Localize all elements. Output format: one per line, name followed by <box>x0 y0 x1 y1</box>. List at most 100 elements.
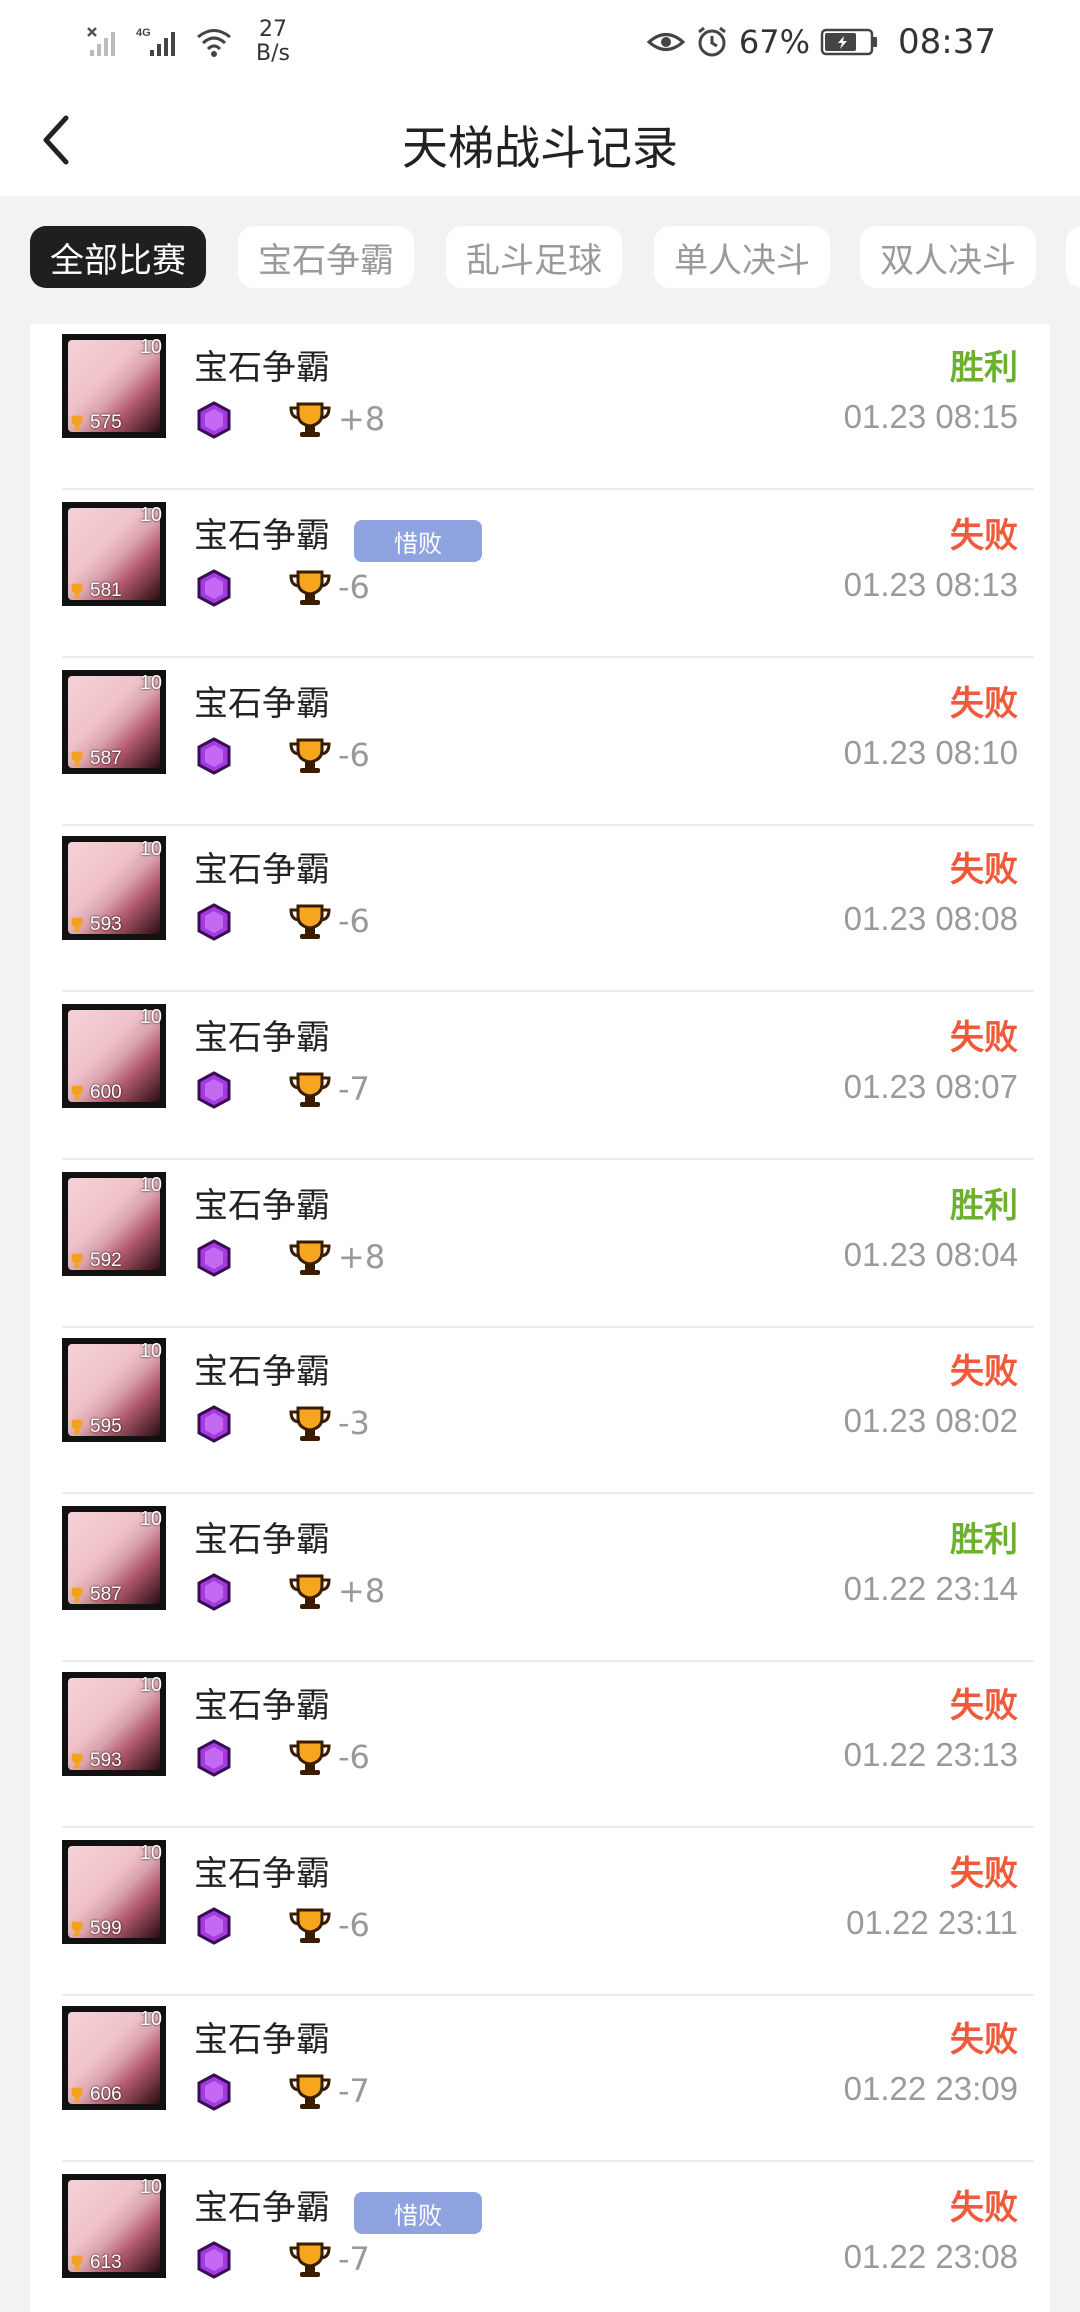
brawler-avatar: 10 613 <box>62 2174 166 2278</box>
battle-row[interactable]: 10 575 宝石争霸 +8 胜利 01.23 08:15 <box>30 324 1050 490</box>
battle-time: 01.22 23:11 <box>846 1904 1018 1941</box>
close-loss-badge: 惜败 <box>354 2192 482 2234</box>
brawler-trophy-count: 599 <box>90 1918 122 1939</box>
brawler-trophy-count: 606 <box>90 2084 122 2105</box>
battle-time: 01.22 23:08 <box>843 2238 1018 2275</box>
tab-more-peek[interactable] <box>1066 226 1080 288</box>
brawler-trophies: 593 <box>68 1750 122 1772</box>
tab-1[interactable]: 宝石争霸 <box>238 226 414 288</box>
trophy-icon <box>289 2074 331 2109</box>
battle-row[interactable]: 10 613 宝石争霸 惜败 -7 失败 01.22 23:08 <box>30 2162 1050 2312</box>
battle-row[interactable]: 10 595 宝石争霸 -3 失败 01.23 08:02 <box>30 1326 1050 1494</box>
battle-result: 胜利 <box>950 348 1018 388</box>
mode-name: 宝石争霸 <box>194 1854 330 1894</box>
trophy-icon <box>289 1240 331 1275</box>
battle-time: 01.23 08:04 <box>843 1236 1018 1273</box>
tab-2[interactable]: 乱斗足球 <box>446 226 622 288</box>
brawler-level: 10 <box>139 838 162 860</box>
tab-0[interactable]: 全部比赛 <box>30 226 206 288</box>
battle-row[interactable]: 10 593 宝石争霸 -6 失败 01.22 23:13 <box>30 1660 1050 1828</box>
brawler-avatar: 10 593 <box>62 836 166 940</box>
brawler-trophies: 587 <box>68 748 122 770</box>
trophy-delta: +8 <box>338 1238 386 1276</box>
trophy-delta: +8 <box>338 400 386 438</box>
battery-percent: 67% <box>738 23 811 61</box>
no-signal-icon <box>87 27 115 56</box>
battle-time: 01.22 23:14 <box>843 1570 1018 1607</box>
battle-row[interactable]: 10 587 宝石争霸 +8 胜利 01.22 23:14 <box>30 1494 1050 1662</box>
trophy-delta: -7 <box>338 2072 370 2110</box>
battle-time: 01.23 08:15 <box>843 398 1018 435</box>
eye-icon <box>646 33 685 51</box>
battle-result: 失败 <box>950 684 1018 724</box>
status-left: 4G 27 B/s <box>86 14 290 70</box>
battle-result: 失败 <box>950 1352 1018 1392</box>
trophy-delta: -6 <box>338 1906 370 1944</box>
mode-name: 宝石争霸 <box>194 516 330 556</box>
trophy-icon <box>71 1753 83 1769</box>
4g-signal-icon: 4G <box>136 27 175 56</box>
brawler-trophies: 599 <box>68 1918 122 1940</box>
brawler-level: 10 <box>139 504 162 526</box>
battle-row[interactable]: 10 592 宝石争霸 +8 胜利 01.23 08:04 <box>30 1160 1050 1328</box>
mode-name: 宝石争霸 <box>194 684 330 724</box>
brawler-level: 10 <box>139 2008 162 2030</box>
battle-result: 失败 <box>950 2188 1018 2228</box>
brawler-trophies: 587 <box>68 1584 122 1606</box>
brawler-level: 10 <box>139 2176 162 2198</box>
net-speed: 27 B/s <box>256 18 290 66</box>
trophy-delta: +8 <box>338 1572 386 1610</box>
brawler-level: 10 <box>139 1842 162 1864</box>
brawler-avatar: 10 587 <box>62 1506 166 1610</box>
battle-row[interactable]: 10 587 宝石争霸 -6 失败 01.23 08:10 <box>30 658 1050 826</box>
brawler-avatar: 10 587 <box>62 670 166 774</box>
trophy-icon <box>71 751 83 767</box>
battle-row[interactable]: 10 581 宝石争霸 惜败 -6 失败 01.23 08:13 <box>30 490 1050 658</box>
brawler-avatar: 10 595 <box>62 1338 166 1442</box>
trophy-icon <box>289 570 331 605</box>
net-speed-unit: B/s <box>256 41 290 66</box>
battle-row[interactable]: 10 599 宝石争霸 -6 失败 01.22 23:11 <box>30 1828 1050 1996</box>
gem-icon <box>197 1573 231 1611</box>
brawler-avatar: 10 593 <box>62 1672 166 1776</box>
brawler-trophies: 581 <box>68 580 122 602</box>
app-root: 4G 27 B/s 67% 08:37 天梯战斗记录 全部比赛 宝石争霸 乱斗足… <box>0 0 1080 2312</box>
battle-row[interactable]: 10 600 宝石争霸 -7 失败 01.23 08:07 <box>30 992 1050 1160</box>
close-loss-badge: 惜败 <box>354 520 482 562</box>
mode-name: 宝石争霸 <box>194 1352 330 1392</box>
trophy-icon <box>71 917 83 933</box>
trophy-icon <box>71 1085 83 1101</box>
gem-icon <box>197 1739 231 1777</box>
brawler-trophies: 593 <box>68 914 122 936</box>
wifi-icon <box>197 29 231 57</box>
trophy-icon <box>289 2242 331 2277</box>
title-bar: 天梯战斗记录 <box>0 84 1080 196</box>
mode-name: 宝石争霸 <box>194 348 330 388</box>
battle-time: 01.23 08:08 <box>843 900 1018 937</box>
gem-icon <box>197 569 231 607</box>
mode-name: 宝石争霸 <box>194 2020 330 2060</box>
brawler-trophies: 606 <box>68 2084 122 2106</box>
battle-row[interactable]: 10 593 宝石争霸 -6 失败 01.23 08:08 <box>30 824 1050 992</box>
trophy-icon <box>289 1908 331 1943</box>
tab-4[interactable]: 双人决斗 <box>860 226 1036 288</box>
trophy-icon <box>71 2087 83 2103</box>
mode-name: 宝石争霸 <box>194 1186 330 1226</box>
trophy-icon <box>289 1740 331 1775</box>
mode-name: 宝石争霸 <box>194 1018 330 1058</box>
brawler-trophies: 575 <box>68 412 122 434</box>
alarm-icon <box>697 26 726 57</box>
battle-time: 01.23 08:02 <box>843 1402 1018 1439</box>
mode-name: 宝石争霸 <box>194 850 330 890</box>
brawler-trophy-count: 593 <box>90 1750 122 1771</box>
battle-list: 10 575 宝石争霸 +8 胜利 01.23 08:15 10 581 宝石争… <box>30 324 1050 2312</box>
tab-3[interactable]: 单人决斗 <box>654 226 830 288</box>
battle-result: 失败 <box>950 516 1018 556</box>
gem-icon <box>197 737 231 775</box>
brawler-trophy-count: 587 <box>90 1584 122 1605</box>
battle-row[interactable]: 10 606 宝石争霸 -7 失败 01.22 23:09 <box>30 1994 1050 2162</box>
brawler-level: 10 <box>139 1508 162 1530</box>
mode-name: 宝石争霸 <box>194 1686 330 1726</box>
battle-result: 失败 <box>950 2020 1018 2060</box>
brawler-trophy-count: 613 <box>90 2252 122 2273</box>
